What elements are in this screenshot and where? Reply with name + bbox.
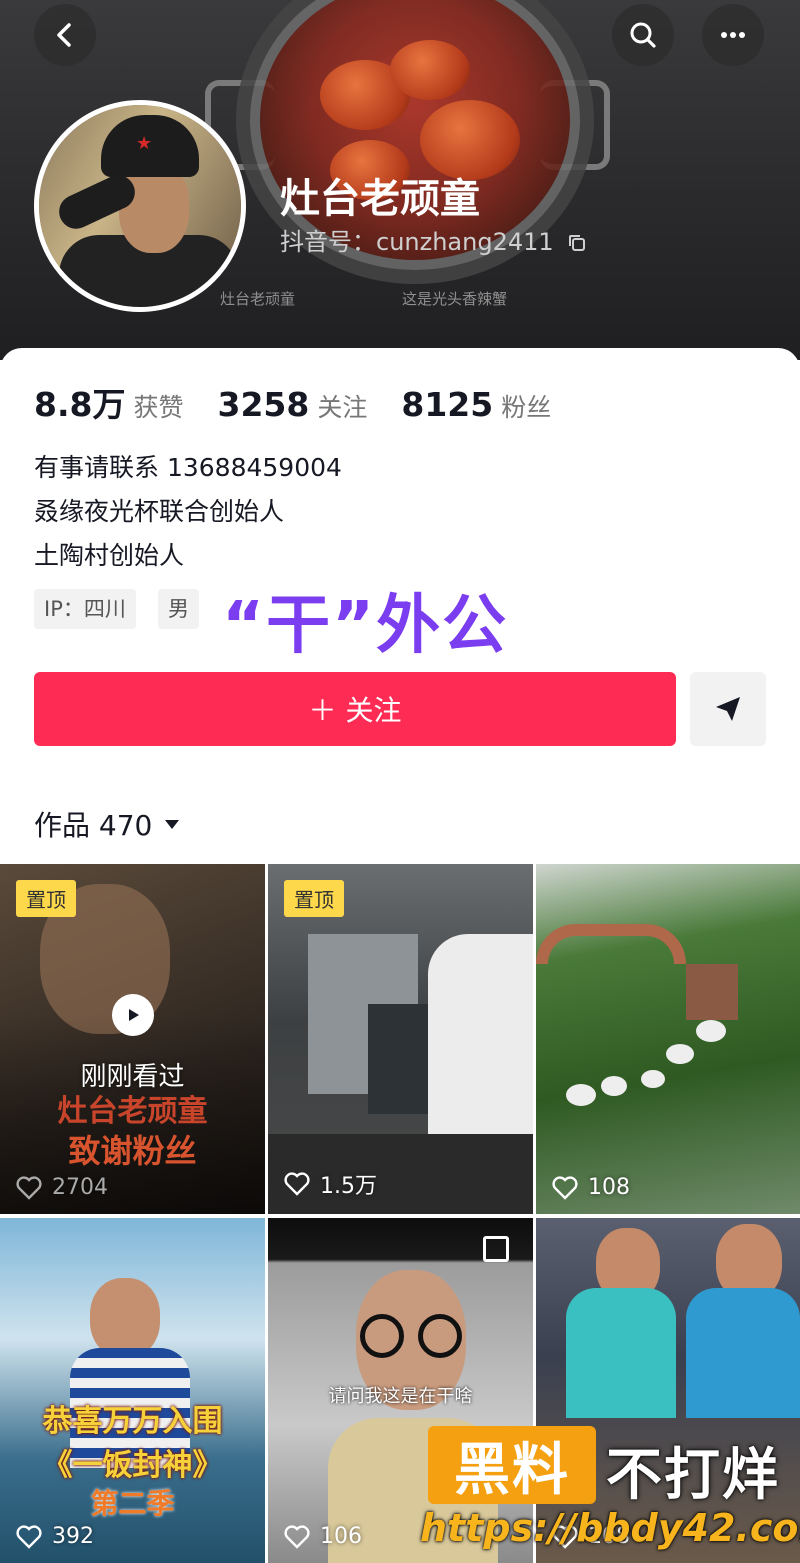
copy-icon[interactable] xyxy=(567,233,587,253)
video-caption: 第二季 xyxy=(90,1487,175,1520)
heart-icon xyxy=(552,1175,578,1200)
like-count: 108 xyxy=(552,1175,630,1200)
avatar[interactable]: ★ xyxy=(34,100,246,312)
like-count: 1.5万 xyxy=(284,1168,377,1200)
banner-crab xyxy=(390,40,470,100)
works-label: 作品 470 xyxy=(34,809,153,842)
chevron-left-icon xyxy=(57,23,71,47)
watermark-url: https://bbdy42.com xyxy=(420,1506,800,1550)
video-thumbnail[interactable]: 置顶 刚刚看过 灶台老顽童 致谢粉丝 2704 xyxy=(0,864,265,1214)
followers-label[interactable]: 粉丝 xyxy=(501,388,551,424)
caret-down-icon xyxy=(165,820,180,829)
like-count-text: 1.5万 xyxy=(320,1174,377,1199)
overlay-annotation: “干”外公 xyxy=(222,589,509,663)
video-caption: 灶台老顽童 xyxy=(57,1094,208,1129)
like-count: 106 xyxy=(284,1524,362,1549)
pinned-badge: 置顶 xyxy=(284,880,344,917)
gender-tag: 男 xyxy=(158,589,199,629)
video-thumbnail[interactable]: 置顶 1.5万 xyxy=(268,864,533,1214)
followers-count[interactable]: 8125 xyxy=(401,385,493,424)
heart-icon xyxy=(16,1524,42,1549)
play-icon xyxy=(129,1009,139,1021)
send-icon xyxy=(716,697,740,721)
more-icon xyxy=(721,32,745,38)
banner-caption: 灶台老顽童 xyxy=(220,290,296,308)
video-caption: 恭喜万万入围 xyxy=(42,1404,223,1439)
watermark-text: 不打烊 xyxy=(606,1443,780,1508)
search-icon xyxy=(630,22,656,48)
likes-label: 获赞 xyxy=(133,393,184,422)
like-count-text: 108 xyxy=(588,1175,630,1200)
like-count-text: 392 xyxy=(52,1524,94,1549)
video-caption: 致谢粉丝 xyxy=(68,1132,197,1170)
heart-icon xyxy=(284,1172,310,1196)
bio-line: 土陶村创始人 xyxy=(34,541,185,570)
works-tab[interactable]: 作品 470 xyxy=(34,804,180,844)
bio: 有事请联系 13688459004 叒缘夜光杯联合创始人 土陶村创始人 xyxy=(34,446,342,578)
username: 灶台老顽童 xyxy=(280,176,480,222)
video-thumbnail[interactable]: 108 xyxy=(536,864,800,1214)
share-button[interactable] xyxy=(690,672,766,746)
profile-card: 8.8万 获赞 3258 关注 8125 粉丝 有事请联系 1368845900… xyxy=(0,348,800,868)
heart-icon xyxy=(284,1524,310,1549)
banner-caption: 这是光头香辣蟹 xyxy=(402,290,508,308)
video-thumbnail[interactable]: 恭喜万万入围 《一饭封神》 第二季 392 xyxy=(0,1218,265,1563)
follow-button[interactable]: ＋ 关注 xyxy=(34,672,676,746)
back-button[interactable] xyxy=(34,4,96,66)
ip-location-tag: IP：四川 xyxy=(34,589,136,629)
douyin-id[interactable]: 抖音号：cunzhang2411 xyxy=(280,222,587,257)
video-subtitle: 请问我这是在干啥 xyxy=(328,1386,473,1407)
pinned-badge: 置顶 xyxy=(16,880,76,917)
more-button[interactable] xyxy=(702,4,764,66)
profile-stats: 8.8万 获赞 3258 关注 8125 粉丝 xyxy=(34,378,585,426)
like-count-text: 2704 xyxy=(52,1175,108,1200)
like-count: 2704 xyxy=(16,1175,108,1200)
following-label[interactable]: 关注 xyxy=(317,388,367,424)
watermark: 黑料 不打烊 https://bbdy42.com xyxy=(420,1420,800,1563)
search-button[interactable] xyxy=(612,4,674,66)
bio-line: 叒缘夜光杯联合创始人 xyxy=(34,497,285,526)
multi-image-icon xyxy=(483,1236,509,1262)
like-count: 392 xyxy=(16,1524,94,1549)
douyin-id-text: 抖音号：cunzhang2411 xyxy=(280,228,554,256)
bio-line: 有事请联系 13688459004 xyxy=(34,453,342,482)
heart-icon xyxy=(16,1175,42,1200)
following-count[interactable]: 3258 xyxy=(217,385,309,424)
watermark-box-text: 黑料 xyxy=(428,1426,596,1504)
likes-count: 8.8万 xyxy=(34,385,126,424)
video-caption: 《一饭封神》 xyxy=(42,1448,223,1483)
like-count-text: 106 xyxy=(320,1524,362,1549)
profile-header: ★ 灶台老顽童 抖音号：cunzhang2411 灶台老顽童 这是光头香辣蟹 xyxy=(0,0,800,360)
play-button[interactable] xyxy=(112,994,154,1036)
